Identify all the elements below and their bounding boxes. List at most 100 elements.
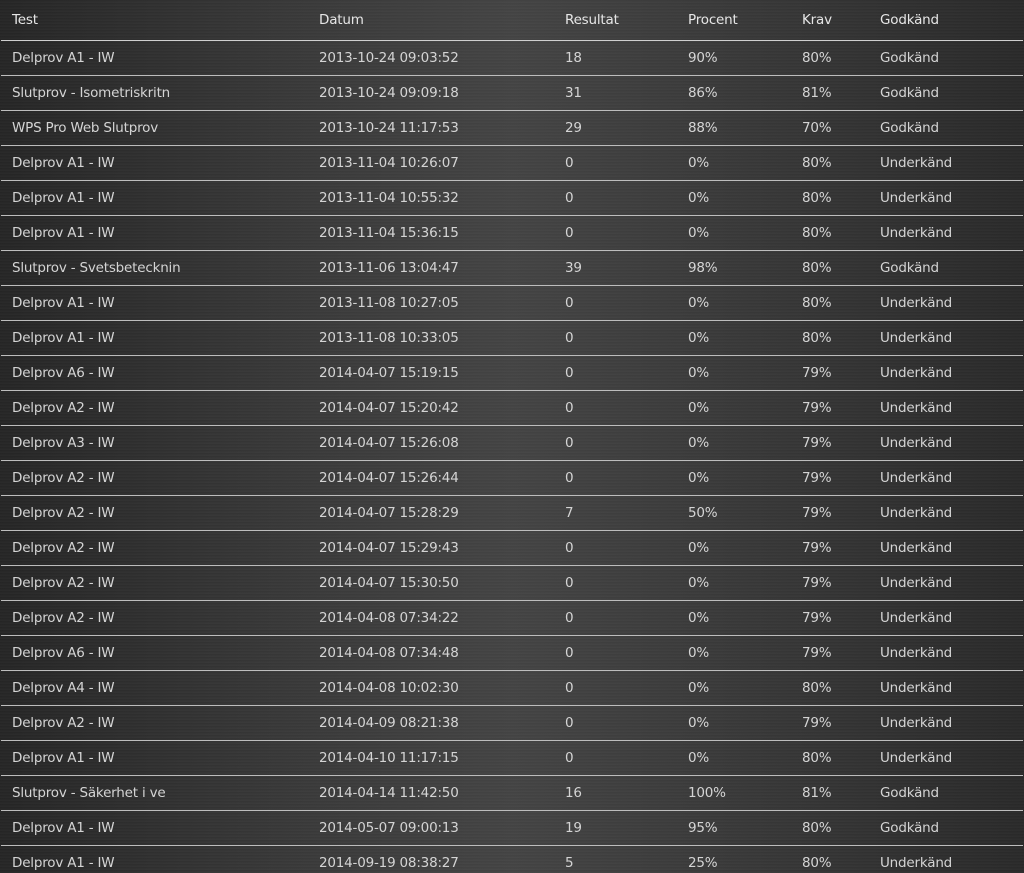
cell-datum: 2013-11-06 13:04:47 (319, 250, 565, 286)
cell-resultat: 0 (565, 180, 688, 216)
results-table-body: Delprov A1 - IW 2013-10-24 09:03:52 18 90% 8… (1, 40, 1023, 873)
table-row[interactable]: WPS Pro Web Slutprov 2013-10-24 11:17:53 2… (1, 110, 1023, 146)
table-row[interactable]: Delprov A1 - IW 2013-11-04 15:36:15 0 0% 80%… (1, 215, 1023, 251)
table-row[interactable]: Delprov A1 - IW 2013-11-08 10:33:05 0 0% 80%… (1, 320, 1023, 356)
cell-procent: 0% (688, 215, 802, 251)
table-row[interactable]: Delprov A4 - IW 2014-04-08 10:02:30 0 0% 80%… (1, 670, 1023, 706)
table-row[interactable]: Delprov A6 - IW 2014-04-08 07:34:48 0 0% 79%… (1, 635, 1023, 671)
cell-krav: 80% (802, 215, 880, 251)
cell-resultat: 0 (565, 460, 688, 496)
cell-resultat: 0 (565, 285, 688, 321)
header-row: Test Datum Resultat Procent Krav Godkänd (1, 0, 1023, 41)
column-header-test[interactable]: Test (1, 0, 319, 41)
cell-procent: 0% (688, 740, 802, 776)
results-table-header: Test Datum Resultat Procent Krav Godkänd (1, 0, 1023, 41)
table-row[interactable]: Delprov A1 - IW 2013-11-08 10:27:05 0 0% 80%… (1, 285, 1023, 321)
cell-test: Delprov A2 - IW (1, 705, 319, 741)
table-row[interactable]: Delprov A1 - IW 2014-04-10 11:17:15 0 0% 80%… (1, 740, 1023, 776)
cell-datum: 2014-04-09 08:21:38 (319, 705, 565, 741)
cell-godkand: Underkänd (880, 495, 1023, 531)
table-row[interactable]: Delprov A2 - IW 2014-04-08 07:34:22 0 0% 79%… (1, 600, 1023, 636)
cell-procent: 0% (688, 425, 802, 461)
cell-godkand: Underkänd (880, 845, 1023, 873)
cell-krav: 70% (802, 110, 880, 146)
table-row[interactable]: Delprov A2 - IW 2014-04-09 08:21:38 0 0% 79%… (1, 705, 1023, 741)
cell-test: WPS Pro Web Slutprov (1, 110, 319, 146)
cell-godkand: Underkänd (880, 565, 1023, 601)
cell-datum: 2014-04-07 15:29:43 (319, 530, 565, 566)
cell-krav: 80% (802, 250, 880, 286)
cell-test: Delprov A1 - IW (1, 285, 319, 321)
table-row[interactable]: Slutprov - Isometriskritn 2013-10-24 09:0… (1, 75, 1023, 111)
cell-resultat: 0 (565, 320, 688, 356)
cell-datum: 2014-04-10 11:17:15 (319, 740, 565, 776)
cell-procent: 50% (688, 495, 802, 531)
table-row[interactable]: Delprov A2 - IW 2014-04-07 15:28:29 7 50% 79… (1, 495, 1023, 531)
cell-godkand: Underkänd (880, 320, 1023, 356)
cell-procent: 0% (688, 320, 802, 356)
cell-datum: 2013-11-08 10:33:05 (319, 320, 565, 356)
cell-procent: 0% (688, 565, 802, 601)
cell-procent: 25% (688, 845, 802, 873)
column-header-resultat[interactable]: Resultat (565, 0, 688, 41)
table-row[interactable]: Delprov A2 - IW 2014-04-07 15:30:50 0 0% 79%… (1, 565, 1023, 601)
table-row[interactable]: Delprov A1 - IW 2013-11-04 10:55:32 0 0% 80%… (1, 180, 1023, 216)
cell-datum: 2014-04-07 15:20:42 (319, 390, 565, 426)
cell-godkand: Underkänd (880, 600, 1023, 636)
cell-resultat: 31 (565, 75, 688, 111)
cell-datum: 2013-11-04 10:55:32 (319, 180, 565, 216)
cell-krav: 79% (802, 460, 880, 496)
table-row[interactable]: Delprov A1 - IW 2014-09-19 08:38:27 5 25% 80… (1, 845, 1023, 873)
cell-godkand: Underkänd (880, 145, 1023, 181)
table-row[interactable]: Delprov A1 - IW 2013-11-04 10:26:07 0 0% 80%… (1, 145, 1023, 181)
column-header-procent[interactable]: Procent (688, 0, 802, 41)
cell-datum: 2014-04-08 07:34:48 (319, 635, 565, 671)
cell-test: Delprov A1 - IW (1, 845, 319, 873)
cell-resultat: 5 (565, 845, 688, 873)
cell-datum: 2014-05-07 09:00:13 (319, 810, 565, 846)
results-table: Test Datum Resultat Procent Krav Godkänd… (1, 0, 1023, 873)
table-row[interactable]: Slutprov - Säkerhet i ve 2014-04-14 11:42… (1, 775, 1023, 811)
cell-test: Delprov A6 - IW (1, 635, 319, 671)
cell-resultat: 18 (565, 40, 688, 76)
cell-krav: 79% (802, 635, 880, 671)
cell-resultat: 0 (565, 215, 688, 251)
cell-krav: 80% (802, 320, 880, 356)
column-header-datum[interactable]: Datum (319, 0, 565, 41)
cell-datum: 2014-04-14 11:42:50 (319, 775, 565, 811)
cell-datum: 2013-11-04 10:26:07 (319, 145, 565, 181)
cell-datum: 2014-04-08 10:02:30 (319, 670, 565, 706)
cell-resultat: 0 (565, 425, 688, 461)
cell-test: Delprov A1 - IW (1, 740, 319, 776)
cell-krav: 80% (802, 180, 880, 216)
cell-godkand: Underkänd (880, 425, 1023, 461)
table-row[interactable]: Delprov A2 - IW 2014-04-07 15:20:42 0 0% 79%… (1, 390, 1023, 426)
cell-test: Delprov A2 - IW (1, 530, 319, 566)
cell-krav: 79% (802, 390, 880, 426)
cell-godkand: Godkänd (880, 810, 1023, 846)
table-row[interactable]: Delprov A1 - IW 2013-10-24 09:03:52 18 90% 8… (1, 40, 1023, 76)
cell-datum: 2014-04-07 15:28:29 (319, 495, 565, 531)
cell-krav: 80% (802, 845, 880, 873)
cell-procent: 0% (688, 390, 802, 426)
cell-resultat: 0 (565, 740, 688, 776)
cell-krav: 79% (802, 425, 880, 461)
cell-krav: 81% (802, 775, 880, 811)
column-header-godkand[interactable]: Godkänd (880, 0, 1023, 41)
table-row[interactable]: Delprov A6 - IW 2014-04-07 15:19:15 0 0% 79%… (1, 355, 1023, 391)
table-row[interactable]: Delprov A3 - IW 2014-04-07 15:26:08 0 0% 79%… (1, 425, 1023, 461)
column-header-krav[interactable]: Krav (802, 0, 880, 41)
cell-datum: 2014-04-07 15:26:08 (319, 425, 565, 461)
cell-krav: 80% (802, 810, 880, 846)
cell-procent: 86% (688, 75, 802, 111)
table-row[interactable]: Slutprov - Svetsbetecknin 2013-11-06 13:0… (1, 250, 1023, 286)
cell-resultat: 0 (565, 390, 688, 426)
table-row[interactable]: Delprov A2 - IW 2014-04-07 15:29:43 0 0% 79%… (1, 530, 1023, 566)
cell-procent: 0% (688, 180, 802, 216)
table-row[interactable]: Delprov A1 - IW 2014-05-07 09:00:13 19 95% 8… (1, 810, 1023, 846)
table-row[interactable]: Delprov A2 - IW 2014-04-07 15:26:44 0 0% 79%… (1, 460, 1023, 496)
cell-datum: 2014-09-19 08:38:27 (319, 845, 565, 873)
cell-godkand: Godkänd (880, 75, 1023, 111)
cell-procent: 90% (688, 40, 802, 76)
cell-krav: 81% (802, 75, 880, 111)
